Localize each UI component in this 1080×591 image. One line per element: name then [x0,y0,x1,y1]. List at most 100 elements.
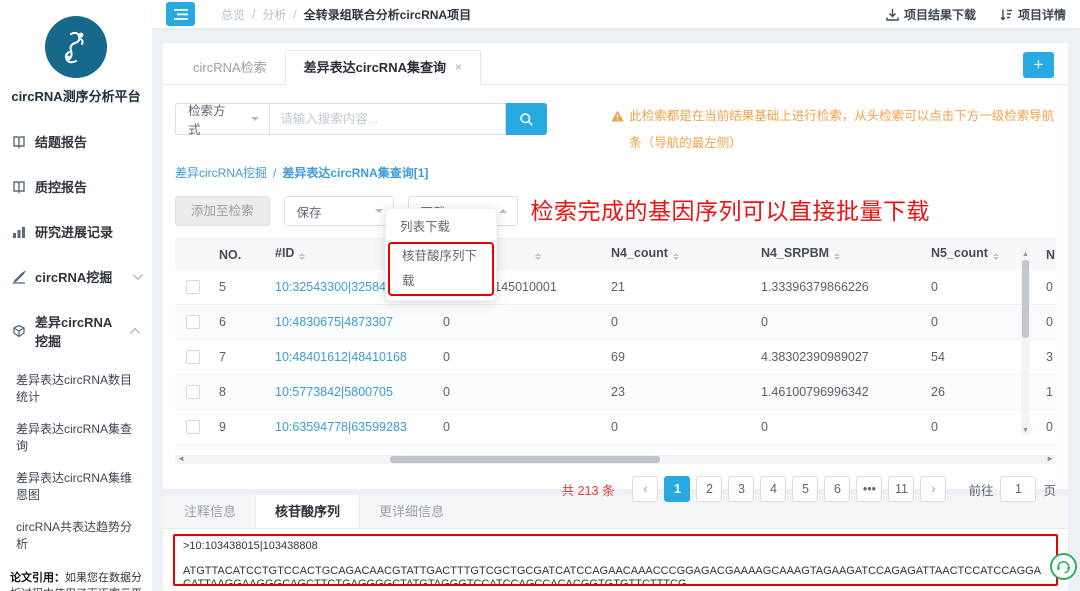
sidebar-item-diff-circrna-mining[interactable]: 差异circRNA挖掘 [10,299,142,363]
mining-icon [12,324,26,338]
sidebar-item-circrna-mining[interactable]: circRNA挖掘 [10,254,142,299]
chevron-up-icon [499,205,507,213]
sidebar-subitem-diff-set-query[interactable]: 差异表达circRNA集查询 [10,412,142,461]
save-select[interactable]: 保存 [284,196,394,226]
progress-icon [12,225,26,239]
content-area: circRNA检索 差异表达circRNA集查询 × + 检索方式 [152,28,1080,591]
pagination: 共 213 条 ‹ 1 2 3 4 5 6 ••• 11 › 前往 页 [175,476,1056,502]
table-row: 8 10:5773842|5800705 0 23 1.461007969963… [175,375,1056,410]
sort-icon[interactable] [673,250,679,263]
next-page-button[interactable]: › [920,476,946,502]
platform-title: circRNA测序分析平台 [10,86,142,105]
report-icon [12,180,26,194]
page-button-1[interactable]: 1 [664,476,690,502]
scroll-left-icon[interactable]: ◄ [177,454,185,463]
search-button[interactable] [506,103,548,135]
result-toolbar: 添加至检索 保存 下载 检索完成的基因序列可以直接批量下载 [175,196,1056,226]
sort-list-icon [1000,8,1013,21]
horizontal-scrollbar[interactable]: ◄ ► [175,455,1056,464]
sidebar-subitem-diff-venn[interactable]: 差异表达circRNA集维恩图 [10,461,142,510]
circrna-id-link[interactable]: 10:48401612|48410168 [275,350,407,364]
col-n5-count[interactable]: N5_count [919,246,1034,263]
page-button-5[interactable]: 5 [792,476,818,502]
hamburger-icon [174,9,188,20]
sidebar-item-progress-record[interactable]: 研究进展记录 [10,209,142,254]
tab-circrna-search[interactable]: circRNA检索 [175,51,285,84]
download-dropdown-menu: 列表下载 核苷酸序列下载 [385,208,497,301]
tab-close-icon[interactable]: × [455,51,462,84]
circrna-id-link[interactable]: 10:4830675|4873307 [275,315,393,329]
circrna-id-link[interactable]: 10:63594778|63599283 [275,420,407,434]
table-row: 7 10:48401612|48410168 0 69 4.3830239098… [175,340,1056,375]
clipped-table-row: 0.79330906097158 20 1.10437580964843 0 0 [175,445,1056,454]
page-ellipsis[interactable]: ••• [856,476,882,502]
add-to-search-button[interactable]: 添加至检索 [175,196,270,226]
breadcrumb-analysis[interactable]: 分析 [262,6,286,23]
horizontal-scroll-thumb[interactable] [390,456,660,463]
scroll-right-icon[interactable]: ► [1046,454,1054,463]
warning-icon [611,110,624,122]
sequence-text: ATGTTACATCCTGTCCACTGCAGACAACGTATTGACTTTG… [183,565,1048,587]
page-unit-label: 页 [1043,480,1056,499]
search-scope-warning: 此检索都是在当前结果基础上进行检索，从头检索可以点击下方一级检索导航条（导航的最… [611,103,1056,157]
download-icon [886,8,899,21]
circrna-id-link[interactable]: 10:5773842|5800705 [275,385,393,399]
sidebar-subitem-diff-count-stats[interactable]: 差异表达circRNA数目统计 [10,363,142,412]
topbar: 总览 / 分析 / 全转录组联合分析circRNA项目 项目结果下载 项目详情 [152,0,1080,28]
add-tab-button[interactable]: + [1023,52,1054,78]
menu-item-nucleotide-download[interactable]: 核苷酸序列下载 [388,242,494,296]
chevron-down-icon [375,209,383,217]
scroll-up-icon[interactable]: ▲ [1022,250,1029,259]
breadcrumb-overview[interactable]: 总览 [221,6,245,23]
table-header: NO. #ID N4_count N4_SRPBM N5_count N [175,238,1056,270]
sidebar-subitem-coexpression-trend[interactable]: circRNA共表达趋势分析 [10,510,142,559]
menu-item-list-download[interactable]: 列表下载 [386,213,496,242]
vertical-scrollbar[interactable]: ▲ ▼ [1021,250,1030,435]
col-n4-srpbm[interactable]: N4_SRPBM [749,246,919,263]
total-count: 共 213 条 [562,480,615,499]
scroll-down-icon[interactable]: ▼ [1022,426,1029,435]
col-n4-count[interactable]: N4_count [599,246,749,263]
sidebar: circRNA测序分析平台 结题报告 质控报告 研究进展记录 circRNA挖掘… [0,0,152,591]
support-chat-button[interactable] [1050,553,1077,580]
row-checkbox[interactable] [186,420,200,434]
page-button-4[interactable]: 4 [760,476,786,502]
sort-icon[interactable] [993,250,999,263]
row-checkbox[interactable] [186,280,200,294]
breadcrumb: 总览 / 分析 / 全转录组联合分析circRNA项目 [221,6,471,23]
page-button-2[interactable]: 2 [696,476,722,502]
page-button-3[interactable]: 3 [728,476,754,502]
nucleotide-sequence-box: >10:103438015|103438808 ATGTTACATCCTGTCC… [173,534,1058,586]
query-card: circRNA检索 差异表达circRNA集查询 × + 检索方式 [163,43,1068,489]
result-breadcrumb: 差异circRNA挖掘 / 差异表达circRNA集查询[1] [175,164,1056,181]
row-checkbox[interactable] [186,385,200,399]
search-input[interactable] [270,103,506,135]
goto-page-input[interactable] [1000,476,1036,502]
menu-toggle-button[interactable] [166,2,195,26]
prev-page-button[interactable]: ‹ [632,476,658,502]
chevron-down-icon [251,117,259,125]
main-area: 总览 / 分析 / 全转录组联合分析circRNA项目 项目结果下载 项目详情 [152,0,1080,591]
detail-card: 注释信息 核苷酸序列 更详细信息 >10:103438015|103438808… [163,495,1068,591]
page-button-11[interactable]: 11 [888,476,914,502]
row-checkbox[interactable] [186,350,200,364]
sidebar-item-final-report[interactable]: 结题报告 [10,119,142,164]
search-icon [519,112,534,127]
result-breadcrumb-current[interactable]: 差异表达circRNA集查询[1] [282,164,428,181]
page-button-6[interactable]: 6 [824,476,850,502]
tab-diff-circrna-set-query[interactable]: 差异表达circRNA集查询 × [285,50,481,85]
table-row: 6 10:4830675|4873307 0 0 0 0 0 [175,305,1056,340]
project-results-download-button[interactable]: 项目结果下载 [886,6,976,23]
search-mode-select[interactable]: 检索方式 [175,103,270,135]
row-checkbox[interactable] [186,315,200,329]
chevron-down-icon [133,270,143,280]
col-no: NO. [211,248,263,262]
project-details-button[interactable]: 项目详情 [1000,6,1066,23]
sort-icon[interactable] [834,250,840,263]
sidebar-item-qc-report[interactable]: 质控报告 [10,164,142,209]
app-root: circRNA测序分析平台 结题报告 质控报告 研究进展记录 circRNA挖掘… [0,0,1080,591]
sort-icon[interactable] [535,250,541,263]
vertical-scroll-thumb[interactable] [1022,260,1029,338]
result-breadcrumb-parent[interactable]: 差异circRNA挖掘 [175,164,267,181]
sort-icon[interactable] [299,250,305,263]
